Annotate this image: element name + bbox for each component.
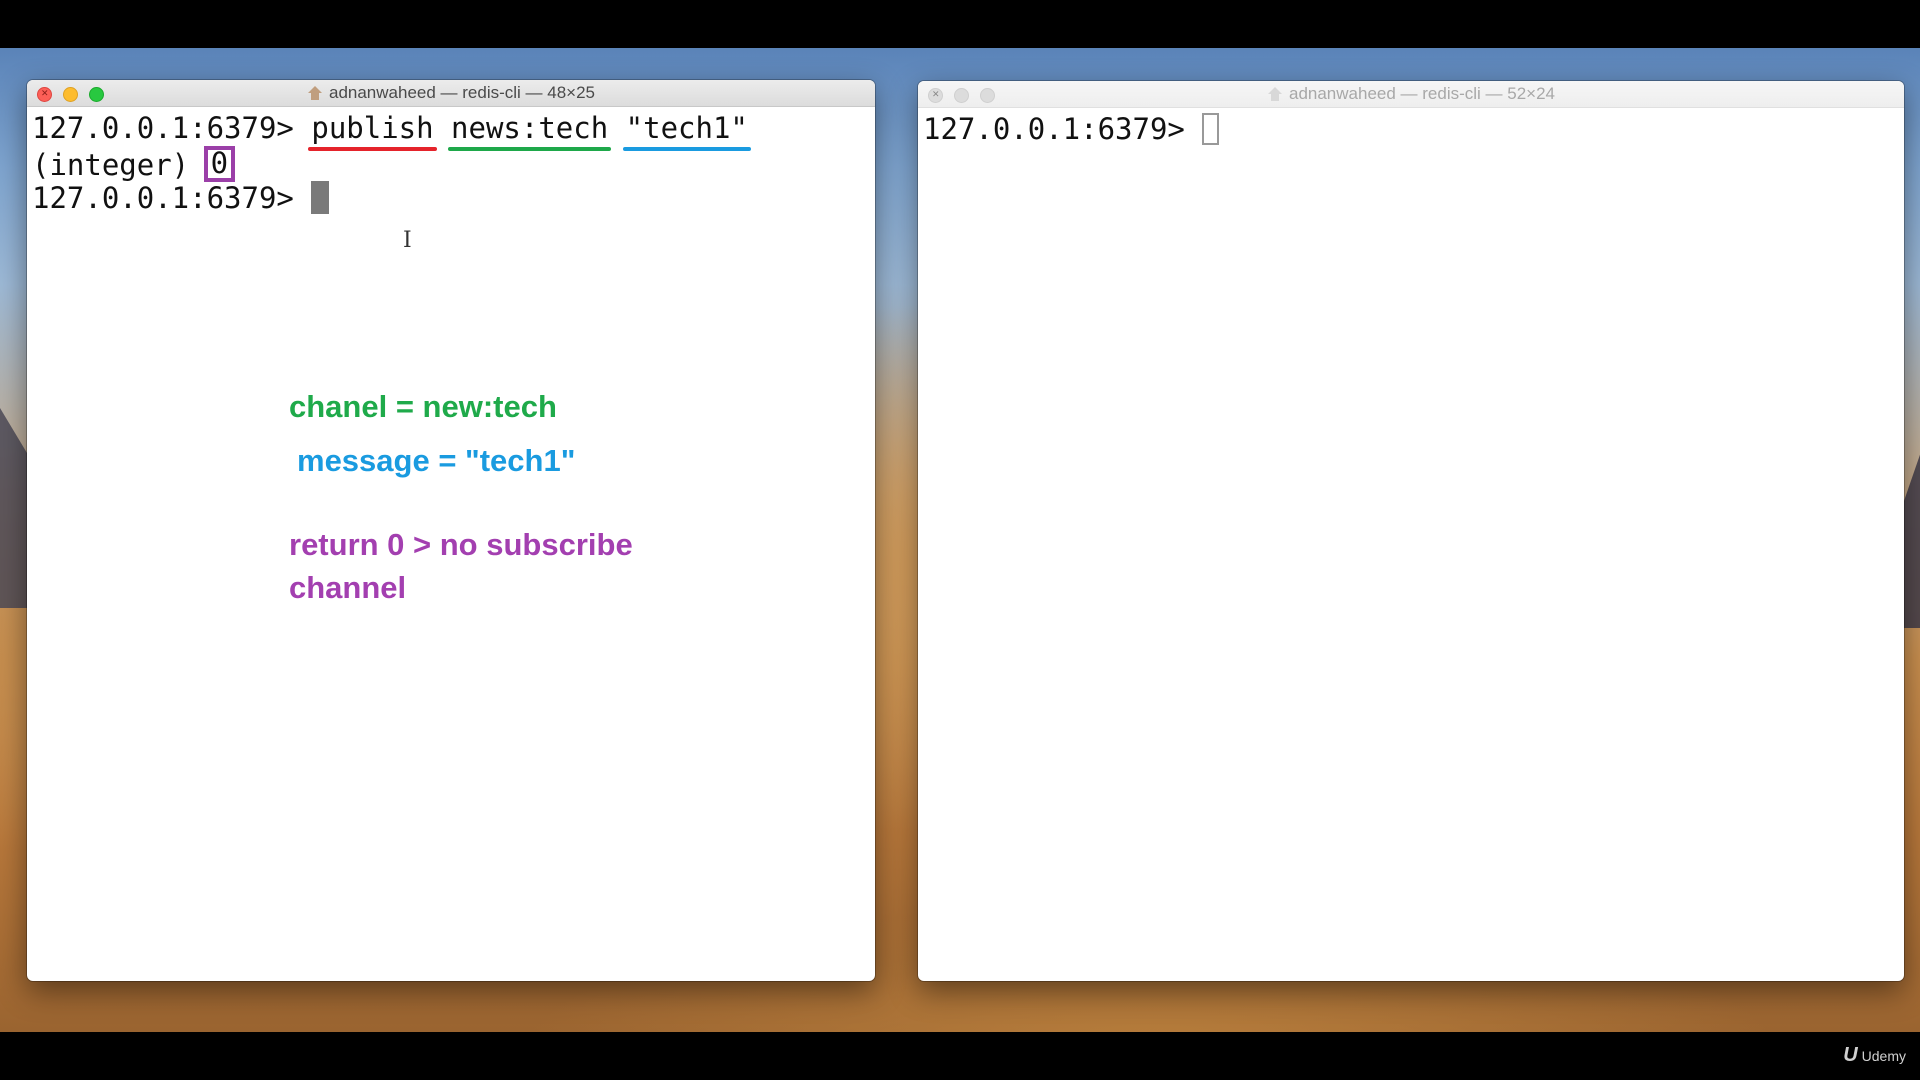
prompt: 127.0.0.1:6379> [32,111,312,145]
annotation-channel: chanel = new:tech [289,389,557,424]
titlebar-right[interactable]: ✕ adnanwaheed — redis-cli — 52×24 [918,81,1904,108]
annotation-return: return 0 > no subscribe channel [289,527,633,605]
command-message: "tech1" [622,111,752,151]
prompt: 127.0.0.1:6379> [923,112,1203,146]
result-value: 0 [203,146,236,182]
home-icon [1267,87,1283,101]
terminal-content-right[interactable]: 127.0.0.1:6379> [923,112,1899,976]
terminal-window-right[interactable]: ✕ adnanwaheed — redis-cli — 52×24 127.0.… [918,81,1904,981]
udemy-watermark: U Udemy [1843,1044,1906,1067]
terminal-line: 127.0.0.1:6379> [923,112,1899,147]
terminal-line: (integer) 0 [32,146,870,182]
annotation-message: message = "tech1" [297,443,576,478]
home-icon [307,86,323,100]
window-title-left: adnanwaheed — redis-cli — 48×25 [27,80,875,106]
window-title-text: adnanwaheed — redis-cli — 52×24 [1288,84,1556,103]
prompt: 127.0.0.1:6379> [32,181,312,215]
text-cursor [1202,113,1220,145]
text-cursor [311,181,330,214]
ibeam-cursor-icon: I [403,228,412,253]
terminal-line: 127.0.0.1:6379> [32,181,870,216]
result-type: (integer) [32,148,207,182]
command-channel: news:tech [448,111,612,151]
udemy-logo-icon: U [1843,1044,1858,1066]
window-title-text: adnanwaheed — redis-cli — 48×25 [328,83,596,102]
window-title-right: adnanwaheed — redis-cli — 52×24 [918,81,1904,107]
terminal-line: 127.0.0.1:6379> publish news:tech "tech1… [32,111,870,151]
titlebar-left[interactable]: ✕ adnanwaheed — redis-cli — 48×25 [27,80,875,107]
terminal-window-left[interactable]: ✕ adnanwaheed — redis-cli — 48×25 127.0.… [27,80,875,981]
udemy-text: Udemy [1861,1048,1906,1064]
command-publish: publish [308,111,437,151]
